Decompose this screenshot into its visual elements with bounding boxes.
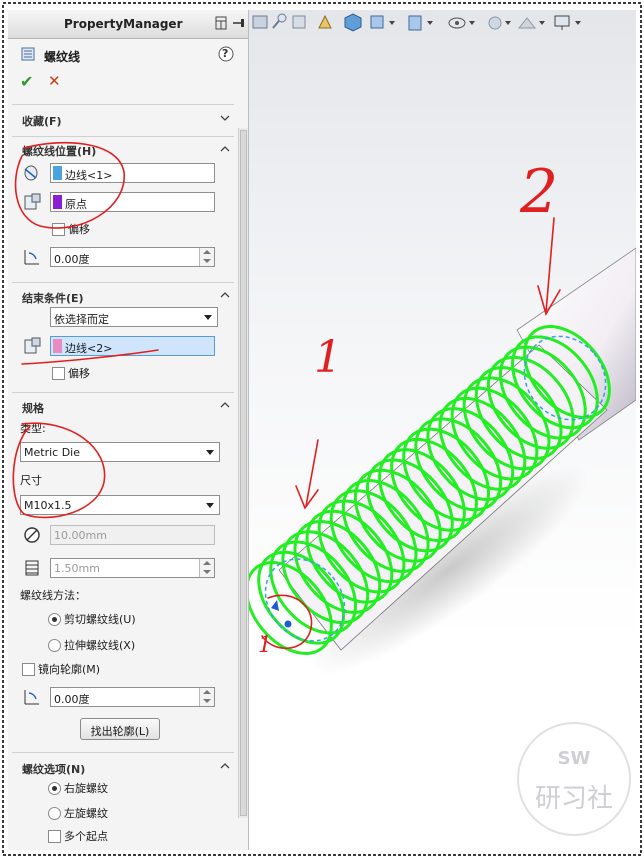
pin-icon[interactable] xyxy=(214,16,228,30)
right-hand-label: 右旋螺纹 xyxy=(64,782,108,795)
offset-checkbox[interactable] xyxy=(52,223,65,236)
origin-value: 原点 xyxy=(65,198,87,211)
pitch-icon xyxy=(25,560,39,576)
property-manager-panel: PropertyManager 螺纹线 ? ✔ ✕ 收藏(F) 螺纹线位置(H)… xyxy=(8,10,249,850)
thread-feature-icon xyxy=(21,47,35,61)
origin-selection-icon xyxy=(24,193,41,210)
diameter-input[interactable]: 10.00mm xyxy=(50,525,215,545)
start-edge-field[interactable]: 边线<1> xyxy=(50,163,215,183)
help-glyph: ? xyxy=(222,47,229,60)
graphics-viewport[interactable]: SW 研习社 xyxy=(249,10,636,850)
size-dropdown[interactable]: M10x1.5 xyxy=(20,495,220,515)
size-label: 尺寸 xyxy=(20,474,42,487)
color-swatch-pink xyxy=(53,339,62,353)
chevron-up-icon[interactable] xyxy=(220,290,230,300)
end-offset-label: 偏移 xyxy=(68,367,90,380)
mirror-profile-checkbox[interactable] xyxy=(22,663,35,676)
end-edge-field[interactable]: 边线<2> xyxy=(50,336,215,356)
property-manager-titlebar: PropertyManager xyxy=(8,10,248,39)
pitch-spinner[interactable] xyxy=(199,559,214,577)
start-angle-input[interactable]: 0.00度 xyxy=(50,247,215,267)
cut-thread-label: 剪切螺纹线(U) xyxy=(64,613,136,626)
ok-button[interactable]: ✔ xyxy=(20,72,33,91)
thread-location-header[interactable]: 螺纹线位置(H) xyxy=(22,143,96,159)
edge-selection-icon xyxy=(24,165,38,181)
start-angle-spinner[interactable] xyxy=(199,248,214,266)
chevron-up-icon[interactable] xyxy=(220,144,230,154)
type-label: 类型: xyxy=(20,422,46,435)
origin-point-icon[interactable] xyxy=(283,619,293,629)
locate-profile-label: 找出轮廓(L) xyxy=(90,725,150,738)
multi-start-label: 多个起点 xyxy=(64,830,108,843)
favorites-section: 收藏(F) xyxy=(12,104,234,135)
screenshot-frame: PropertyManager 螺纹线 ? ✔ ✕ 收藏(F) 螺纹线位置(H)… xyxy=(0,0,644,858)
type-value: Metric Die xyxy=(24,446,80,459)
pitch-value: 1.50mm xyxy=(54,562,100,575)
watermark-line1: SW xyxy=(557,748,591,769)
end-condition-value: 依选择而定 xyxy=(54,313,109,326)
left-hand-label: 左旋螺纹 xyxy=(64,807,108,820)
offset-label: 偏移 xyxy=(68,223,90,236)
dropdown-arrow-icon xyxy=(206,503,214,508)
color-swatch-purple xyxy=(53,195,62,209)
thread-method-label: 螺纹线方法： xyxy=(20,589,86,602)
feature-name: 螺纹线 xyxy=(44,50,81,64)
size-value: M10x1.5 xyxy=(24,499,72,512)
extrude-thread-radio[interactable] xyxy=(48,639,61,652)
multi-start-checkbox[interactable] xyxy=(48,830,61,843)
mirror-profile-label: 镜向轮廓(M) xyxy=(38,663,101,676)
thread-options-section: 螺纹选项(N) xyxy=(12,752,234,850)
type-dropdown[interactable]: Metric Die xyxy=(20,442,220,462)
cut-thread-radio[interactable] xyxy=(48,613,61,626)
watermark: SW 研习社 xyxy=(517,722,631,836)
right-hand-radio[interactable] xyxy=(48,782,61,795)
end-condition-header[interactable]: 结束条件(E) xyxy=(22,290,84,306)
chevron-up-icon[interactable] xyxy=(220,761,230,771)
rotate-angle-input[interactable]: 0.00度 xyxy=(50,687,215,707)
pitch-input[interactable]: 1.50mm xyxy=(50,558,215,578)
thread-options-header[interactable]: 螺纹选项(N) xyxy=(22,761,85,777)
watermark-line2: 研习社 xyxy=(534,784,613,814)
origin-field[interactable]: 原点 xyxy=(50,192,215,212)
rotate-angle-icon xyxy=(24,690,39,705)
end-edge-value: 边线<2> xyxy=(65,342,113,355)
end-edge-icon xyxy=(24,337,41,354)
angle-icon xyxy=(24,250,39,265)
rotate-angle-value: 0.00度 xyxy=(54,693,90,706)
end-offset-checkbox[interactable] xyxy=(52,367,65,380)
favorites-header[interactable]: 收藏(F) xyxy=(22,113,62,129)
chevron-down-icon[interactable] xyxy=(220,113,230,123)
locate-profile-button[interactable]: 找出轮廓(L) xyxy=(80,718,160,740)
left-hand-radio[interactable] xyxy=(48,807,61,820)
rotate-angle-spinner[interactable] xyxy=(199,688,214,706)
start-edge-value: 边线<1> xyxy=(65,169,113,182)
chevron-up-icon[interactable] xyxy=(220,400,230,410)
extrude-thread-label: 拉伸螺纹线(X) xyxy=(64,639,136,652)
dropdown-arrow-icon xyxy=(204,315,212,320)
cancel-button[interactable]: ✕ xyxy=(48,72,61,90)
dropdown-arrow-icon xyxy=(206,450,214,455)
diameter-value: 10.00mm xyxy=(54,529,107,542)
push-pin-icon[interactable] xyxy=(232,16,246,30)
scrollbar-thumb[interactable] xyxy=(240,130,247,816)
end-condition-dropdown[interactable]: 依选择而定 xyxy=(50,307,218,327)
diameter-icon xyxy=(24,527,40,543)
specification-header[interactable]: 规格 xyxy=(22,400,44,416)
panel-scrollbar[interactable] xyxy=(238,128,248,818)
start-direction-arrow-icon xyxy=(271,600,279,611)
color-swatch-blue xyxy=(53,166,62,180)
start-angle-value: 0.00度 xyxy=(54,253,90,266)
property-manager-title: PropertyManager xyxy=(64,17,183,31)
